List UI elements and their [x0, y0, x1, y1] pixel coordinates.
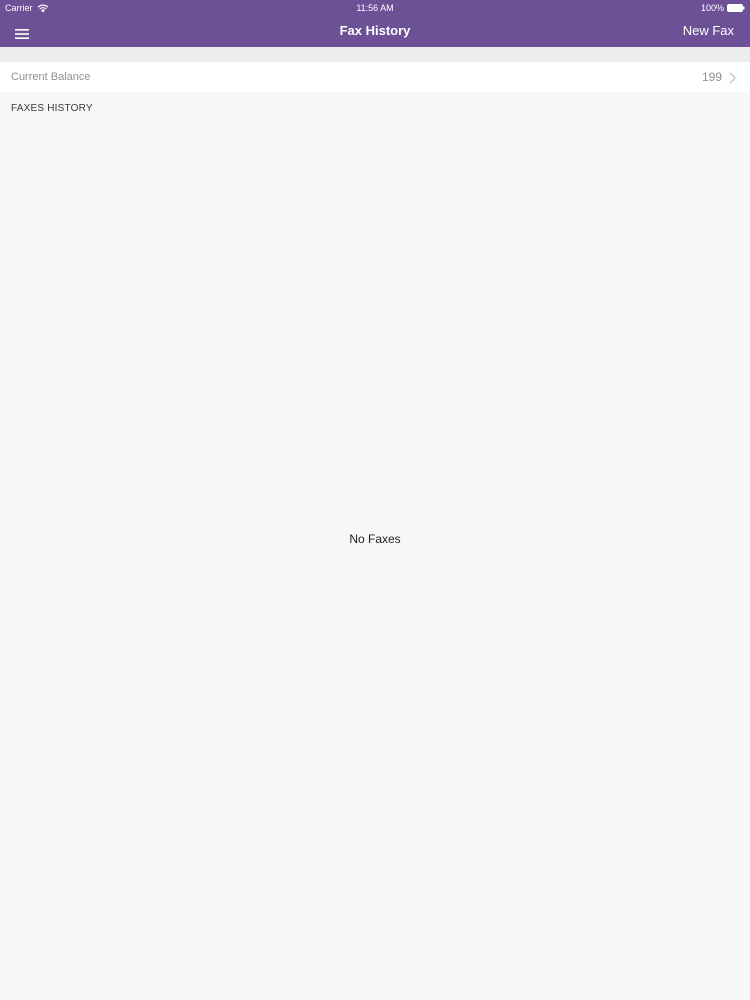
current-balance-value: 199 — [701, 70, 722, 84]
top-bar: Carrier 11:56 AM 100% Fax History New Fa… — [0, 0, 750, 47]
status-bar: Carrier 11:56 AM 100% — [0, 0, 750, 16]
faxes-history-section-header: FAXES HISTORY — [11, 103, 93, 114]
status-time: 11:56 AM — [356, 3, 394, 13]
page-title: Fax History — [339, 23, 411, 38]
new-fax-button[interactable]: New Fax — [683, 23, 734, 39]
header-divider-band — [0, 47, 750, 62]
current-balance-label: Current Balance — [11, 71, 91, 83]
status-battery: 100% — [701, 3, 745, 13]
navigation-bar: Fax History New Fax — [0, 16, 750, 47]
fax-history-screen: Carrier 11:56 AM 100% Fax History New Fa… — [0, 0, 750, 1000]
no-faxes-message: No Faxes — [349, 532, 401, 546]
chevron-right-icon — [729, 71, 736, 84]
current-balance-row[interactable]: Current Balance 199 — [0, 62, 750, 92]
battery-icon — [727, 4, 745, 12]
battery-percent: 100% — [700, 3, 724, 13]
